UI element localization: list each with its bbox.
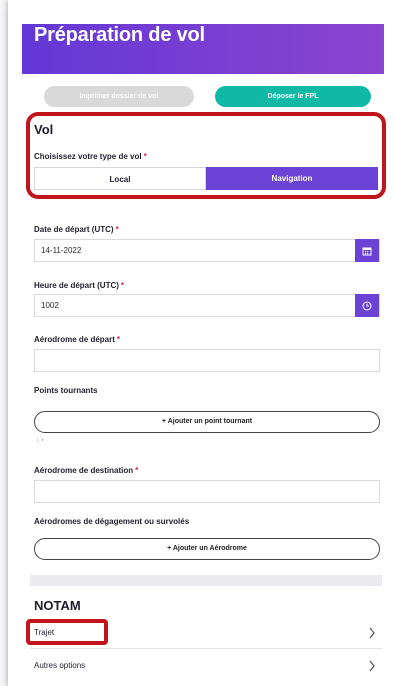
required-mark: * (115, 225, 119, 234)
section-divider (30, 575, 382, 586)
alternate-aerodromes-label: Aérodromes de dégagement ou survolés (34, 517, 190, 526)
departure-time-label-text: Heure de départ (UTC) (34, 281, 119, 290)
departure-aerodrome-input[interactable] (34, 349, 380, 372)
flight-type-label-text: Choisissez votre type de vol (34, 152, 142, 161)
notam-item-autres-options[interactable]: Autres options (34, 655, 380, 677)
turning-points-label: Points tournants (34, 386, 98, 395)
departure-time-label: Heure de départ (UTC) * (34, 281, 124, 290)
departure-time-value: 1002 (41, 301, 59, 310)
notam-item-label: Autres options (34, 661, 86, 670)
departure-aerodrome-label: Aérodrome de départ * (34, 335, 120, 344)
list-divider (30, 648, 382, 649)
flight-type-label: Choisissez votre type de vol * (34, 152, 147, 161)
clock-icon (362, 301, 372, 310)
flight-type-option-local[interactable]: Local (34, 167, 206, 190)
required-mark: * (143, 152, 147, 161)
add-turning-point-button[interactable]: + Ajouter un point tournant (34, 411, 380, 433)
departure-time-input[interactable]: 1002 (34, 294, 380, 317)
chevron-right-icon (369, 660, 375, 672)
page-title: Préparation de vol (34, 24, 205, 46)
print-flight-folder-button[interactable]: Imprimer dossier de vol (44, 86, 194, 107)
destination-aerodrome-input[interactable] (34, 480, 380, 503)
flight-type-option-navigation[interactable]: Navigation (206, 167, 378, 190)
destination-aerodrome-label: Aérodrome de destination * (34, 466, 138, 475)
calendar-icon (362, 247, 372, 255)
highlight-frame-trajet (26, 619, 108, 645)
required-mark: * (120, 281, 125, 290)
departure-date-input[interactable]: 14-11-2022 (34, 239, 380, 262)
departure-aerodrome-label-text: Aérodrome de départ (34, 335, 115, 344)
page-header: Préparation de vol (22, 24, 384, 74)
departure-date-label: Date de départ (UTC) * (34, 225, 119, 234)
departure-date-value: 14-11-2022 (41, 246, 82, 255)
file-fpl-button[interactable]: Déposer le FPL (215, 86, 371, 107)
required-mark: * (116, 335, 121, 344)
calendar-button[interactable] (355, 239, 379, 262)
turning-points-count[interactable]: 1 ▾ (36, 437, 44, 444)
clock-button[interactable] (355, 294, 379, 317)
add-aerodrome-button[interactable]: + Ajouter un Aérodrome (34, 538, 380, 560)
destination-aerodrome-label-text: Aérodrome de destination (34, 466, 134, 475)
required-mark: * (135, 466, 139, 475)
chevron-right-icon (369, 627, 375, 639)
departure-date-label-text: Date de départ (UTC) (34, 225, 114, 234)
section-title-vol: Vol (34, 122, 54, 137)
section-title-notam: NOTAM (34, 598, 81, 613)
